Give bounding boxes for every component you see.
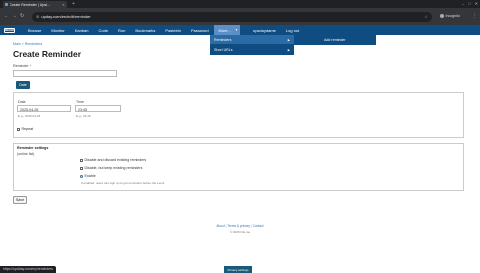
favicon-icon [5,3,8,6]
browser-menu-icon[interactable]: ⋮ [472,13,477,19]
forward-icon[interactable]: → [12,13,17,19]
url-text: upday.com/en/edit/reminder [41,14,91,19]
browser-toolbar: ← → ↻ ⊜ upday.com/en/edit/reminder ☆ Inc… [0,8,480,25]
time-input[interactable]: 23:45 [75,105,121,112]
chevron-right-icon: ▶ [287,47,290,52]
tab-close-icon[interactable]: ✕ [62,3,65,7]
incognito-icon [440,13,444,18]
footer-about[interactable]: About [216,224,224,228]
menu-item-label: Short URLs [214,47,233,52]
close-window-icon[interactable]: ✕ [475,1,478,6]
site-logo[interactable]: BRAND [4,27,15,33]
breadcrumb-reminders[interactable]: Reminders [25,42,42,46]
incognito-label: Incognito [445,13,461,18]
nav-browse[interactable]: Browse [23,25,46,35]
option-radio-selected[interactable] [80,174,83,178]
footer-contact[interactable]: Contact [253,224,264,228]
link-hover-status: https://updday.com/my/reminders [0,266,56,273]
option-label: Disable and discard existing reminders [84,158,147,162]
bookmark-star-icon[interactable]: ☆ [424,14,428,19]
date-help: E.g., 2025-04-26 [18,114,41,118]
incognito-indicator[interactable]: Incognito [440,13,461,18]
caret-down-icon: ▼ [235,28,238,32]
submenu-add-reminder[interactable]: Add reminder [294,35,376,45]
menu-item-short-urls[interactable]: Short URLs ▶ [210,45,294,54]
repeat-checkbox-row[interactable]: Repeat [17,127,33,131]
footer-copyright: © 2025 link.me [229,230,251,234]
page-title: Create Reminder [13,49,82,59]
back-icon[interactable]: ← [4,13,9,19]
nav-bookmarks[interactable]: Bookmarks [130,25,160,35]
nav-pastebin[interactable]: Pastebin [160,25,186,35]
chevron-right-icon: ▶ [287,37,290,42]
new-tab-button[interactable]: + [72,1,75,7]
browser-tab-bar: Create Reminder | Upsi... ✕ + – □ ✕ [0,0,480,8]
option-label: Enable [84,174,96,178]
settings-subtitle: (online list) [17,152,35,156]
browser-tab[interactable]: Create Reminder | Upsi... ✕ [3,1,67,8]
repeat-checkbox[interactable] [17,127,20,131]
minimize-icon[interactable]: – [462,1,464,6]
breadcrumb: Main » Reminders [13,42,42,46]
options-help: If enabled, users can sign up to get rem… [81,181,165,185]
save-button[interactable]: Save [13,196,27,204]
repeat-label: Repeat [21,127,34,131]
date-input[interactable]: 2025-04-26 [17,105,71,112]
breadcrumb-separator: » [21,42,24,46]
reminder-label: Reminder * [13,64,31,68]
menu-item-reminders[interactable]: Reminders ▶ [210,35,294,44]
reload-icon[interactable]: ↻ [20,13,24,19]
window-controls: – □ ✕ [462,1,478,6]
footer-links: About | Terms & privacy | Contact [216,224,264,228]
option-label: Disable, but keep existing reminders [84,166,143,170]
footer-terms[interactable]: Terms & privacy [227,224,250,228]
date-button[interactable]: Date [16,81,30,89]
site-info-icon[interactable]: ⊜ [36,14,39,19]
menu-item-label: Reminders [214,37,232,42]
option-checkbox[interactable] [80,158,83,162]
option-disable-discard[interactable]: Disable and discard existing reminders [80,158,146,162]
more-dropdown-menu: Reminders ▶ Short URLs ▶ [210,35,294,55]
site-navbar: BRAND Browse Monitor Kanban Code Run Boo… [0,25,480,35]
nav-kanban[interactable]: Kanban [70,25,94,35]
option-enable[interactable]: Enable [80,174,96,178]
nav-code[interactable]: Code [93,25,113,35]
option-disable-keep[interactable]: Disable, but keep existing reminders [80,166,142,170]
address-bar[interactable]: ⊜ upday.com/en/edit/reminder ☆ [32,11,432,22]
date-label: Date [18,100,26,104]
breadcrumb-main[interactable]: Main [13,42,21,46]
nav-logout[interactable]: Log out [281,25,304,35]
nav-more-toggle[interactable]: ▼ [231,25,240,35]
time-label: Time [76,100,84,104]
reminder-input[interactable] [13,70,117,77]
nav-run[interactable]: Run [113,25,130,35]
tab-title: Create Reminder | Upsi... [9,2,50,7]
privacy-settings-button[interactable]: Privacy settings [224,266,252,273]
nav-monitor[interactable]: Monitor [46,25,69,35]
settings-title: Reminder settings [17,146,49,150]
option-checkbox[interactable] [80,166,83,170]
time-help: E.g., 23:45 [76,114,91,118]
maximize-icon[interactable]: □ [468,1,470,6]
nav-password[interactable]: Password [186,25,214,35]
nav-username[interactable]: upsdaydame [248,25,281,35]
